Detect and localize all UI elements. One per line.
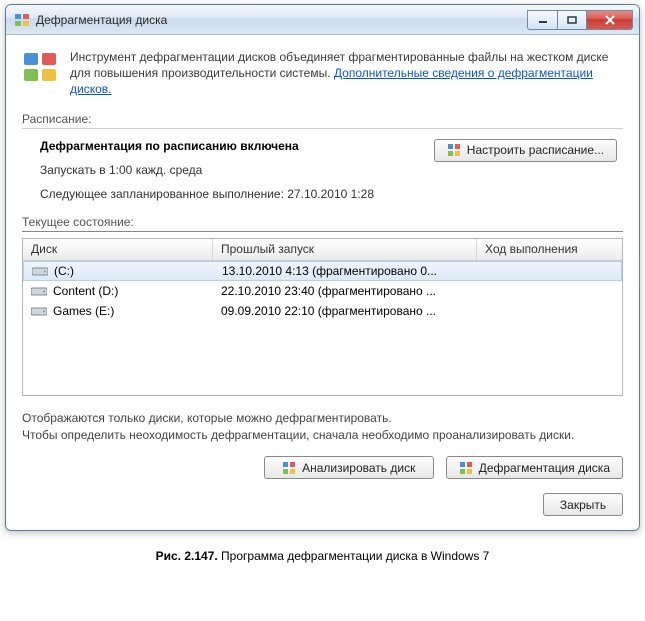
schedule-next-line: Следующее запланированное выполнение: 27… [40, 187, 424, 201]
defrag-window: Дефрагментация диска [5, 4, 640, 531]
defrag-mini-icon [282, 461, 296, 475]
configure-schedule-button[interactable]: Настроить расписание... [434, 139, 617, 162]
disk-table: Диск Прошлый запуск Ход выполнения (C:) … [22, 238, 623, 396]
hint-line-1: Отображаются только диски, которые можно… [22, 410, 623, 427]
disk-name: (C:) [54, 264, 74, 278]
close-row: Закрыть [22, 493, 623, 516]
intro-block: Инструмент дефрагментации дисков объедин… [22, 49, 623, 98]
configure-schedule-label: Настроить расписание... [467, 143, 604, 157]
titlebar: Дефрагментация диска [6, 5, 639, 35]
analyze-label: Анализировать диск [302, 461, 415, 475]
status-section-label: Текущее состояние: [22, 215, 623, 232]
schedule-info: Дефрагментация по расписанию включена За… [40, 139, 424, 211]
table-row[interactable]: Games (E:) 09.09.2010 22:10 (фрагментиро… [23, 301, 622, 321]
defrag-large-icon [22, 49, 58, 85]
hint-line-2: Чтобы определить неоходимость дефрагмент… [22, 427, 623, 444]
schedule-section-label: Расписание: [22, 112, 623, 129]
hint-block: Отображаются только диски, которые можно… [22, 410, 623, 445]
schedule-run-line: Запускать в 1:00 кажд. среда [40, 163, 424, 177]
close-dialog-button[interactable]: Закрыть [543, 493, 623, 516]
defrag-label: Дефрагментация диска [479, 461, 610, 475]
col-header-progress[interactable]: Ход выполнения [477, 239, 622, 260]
defrag-button[interactable]: Дефрагментация диска [446, 456, 623, 479]
disk-name: Content (D:) [53, 284, 118, 298]
close-button[interactable] [587, 10, 633, 30]
maximize-button[interactable] [557, 10, 587, 30]
intro-text: Инструмент дефрагментации дисков объедин… [70, 49, 623, 98]
window-controls [527, 10, 633, 30]
schedule-row: Дефрагментация по расписанию включена За… [40, 139, 617, 211]
client-area: Инструмент дефрагментации дисков объедин… [6, 35, 639, 530]
disk-last-run: 09.09.2010 22:10 (фрагментировано ... [213, 304, 477, 318]
defrag-mini-icon [459, 461, 473, 475]
disk-name: Games (E:) [53, 304, 114, 318]
action-row: Анализировать диск Дефрагментация диска [22, 456, 623, 479]
table-row[interactable]: (C:) 13.10.2010 4:13 (фрагментировано 0.… [23, 261, 622, 281]
schedule-title: Дефрагментация по расписанию включена [40, 139, 424, 153]
minimize-button[interactable] [527, 10, 557, 30]
figure-caption: Рис. 2.147. Программа дефрагментации дис… [0, 549, 645, 563]
table-body: (C:) 13.10.2010 4:13 (фрагментировано 0.… [23, 261, 622, 321]
drive-icon [31, 285, 47, 297]
defrag-mini-icon [447, 143, 461, 157]
drive-icon [31, 305, 47, 317]
disk-last-run: 13.10.2010 4:13 (фрагментировано 0... [214, 264, 478, 278]
close-label: Закрыть [560, 498, 606, 512]
table-header: Диск Прошлый запуск Ход выполнения [23, 239, 622, 261]
analyze-button[interactable]: Анализировать диск [264, 456, 434, 479]
window-title: Дефрагментация диска [36, 13, 527, 27]
table-row[interactable]: Content (D:) 22.10.2010 23:40 (фрагменти… [23, 281, 622, 301]
col-header-disk[interactable]: Диск [23, 239, 213, 260]
caption-label: Рис. 2.147. [156, 549, 218, 563]
disk-last-run: 22.10.2010 23:40 (фрагментировано ... [213, 284, 477, 298]
drive-icon [32, 265, 48, 277]
col-header-last[interactable]: Прошлый запуск [213, 239, 477, 260]
caption-text: Программа дефрагментации диска в Windows… [218, 549, 490, 563]
defrag-app-icon [14, 12, 30, 28]
